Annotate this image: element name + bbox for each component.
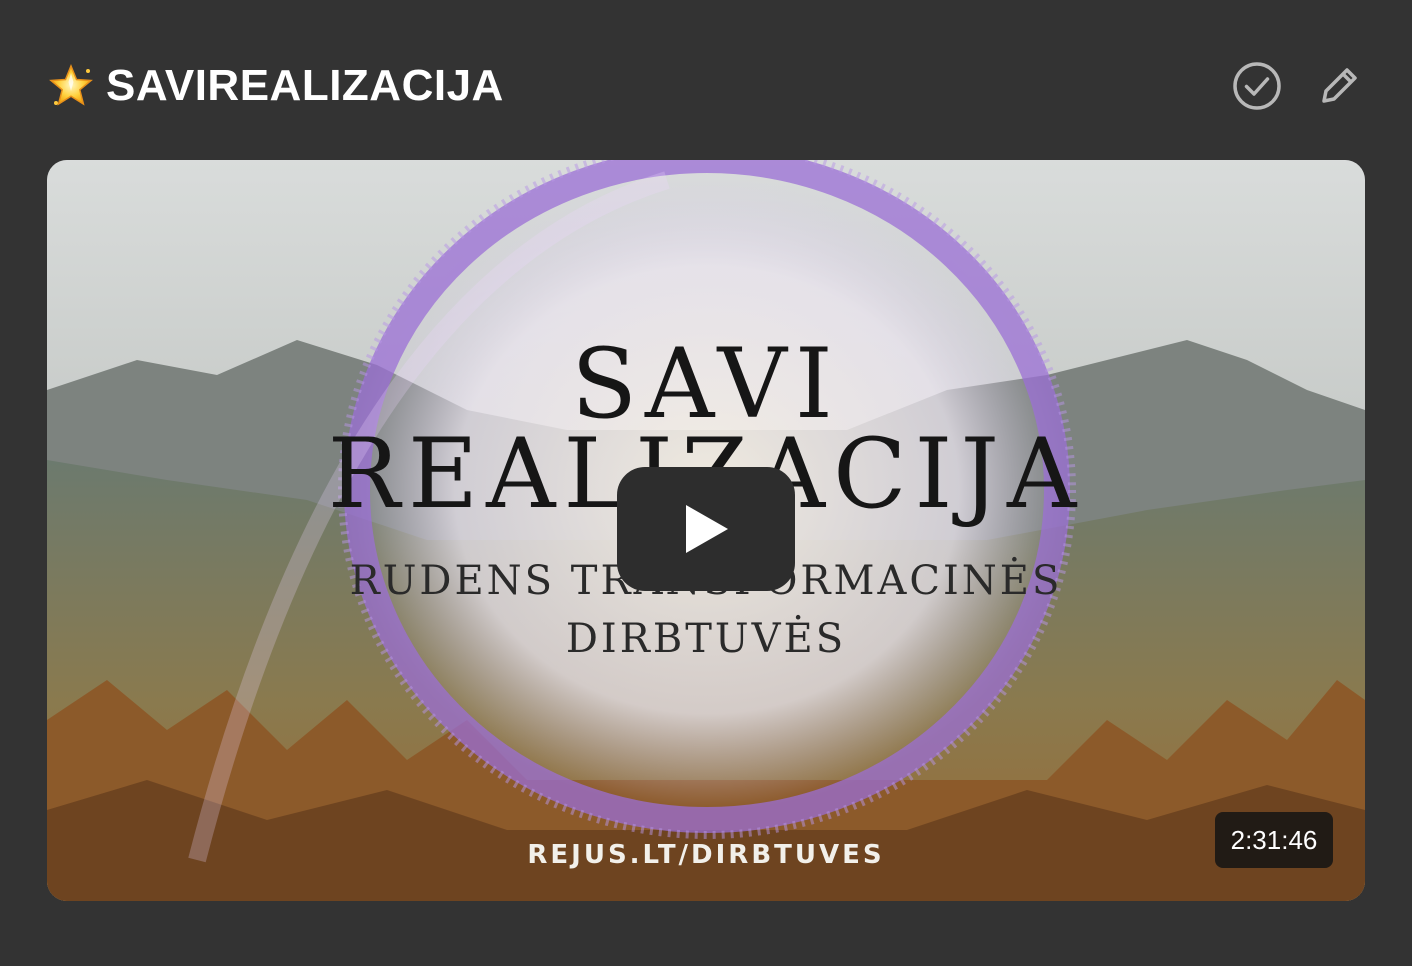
play-icon bbox=[686, 505, 728, 553]
thumbnail-subtitle-line2: DIRBTUVĖS bbox=[565, 616, 847, 662]
pencil-icon bbox=[1322, 68, 1357, 103]
title-wrap: SAVIREALIZACIJA bbox=[48, 61, 504, 111]
video-player[interactable]: SAVI REALIZACIJA RUDENS TRANSFORMACINĖS … bbox=[47, 160, 1365, 901]
glowing-star-icon bbox=[49, 64, 93, 106]
duration-badge: 2:31:46 bbox=[1215, 812, 1333, 868]
play-button[interactable] bbox=[617, 467, 795, 591]
edit-button[interactable] bbox=[1314, 61, 1364, 111]
card-header: SAVIREALIZACIJA bbox=[48, 58, 1364, 114]
header-actions bbox=[1232, 61, 1364, 111]
page-title: SAVIREALIZACIJA bbox=[106, 61, 504, 110]
thumbnail-url: REJUS.LT/DIRBTUVES bbox=[527, 840, 885, 870]
mark-done-button[interactable] bbox=[1232, 61, 1282, 111]
video-card: SAVIREALIZACIJA SAVI RUDENS TRANSFORMACI… bbox=[0, 0, 1412, 966]
check-circle-icon bbox=[1233, 62, 1281, 110]
